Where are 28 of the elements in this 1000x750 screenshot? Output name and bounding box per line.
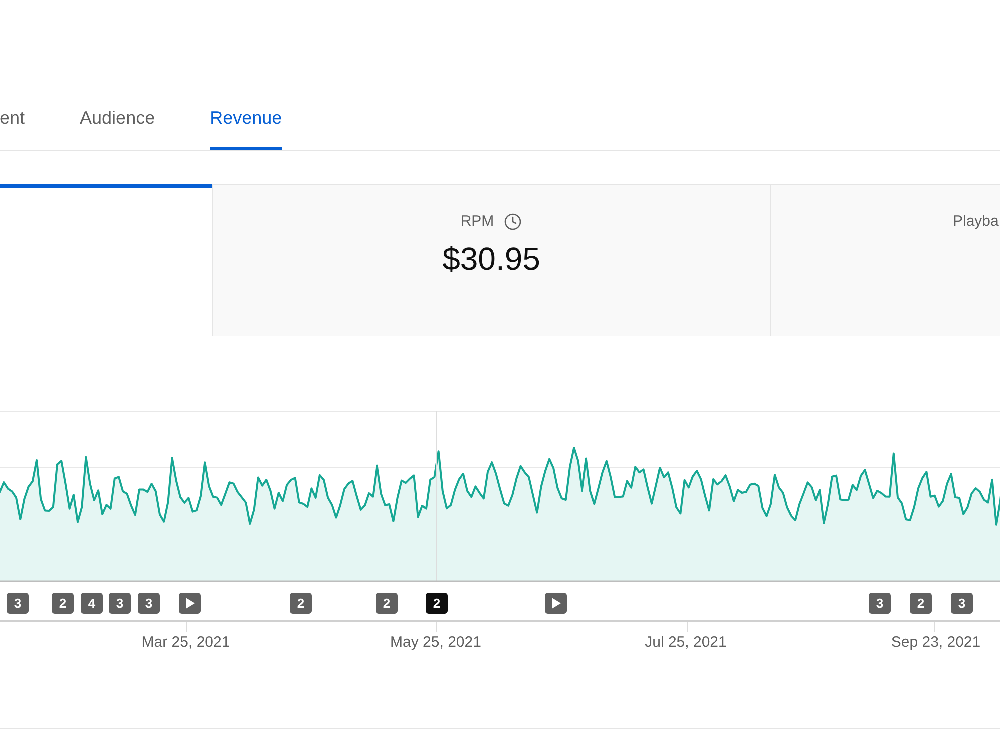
clock-icon[interactable] <box>504 213 522 231</box>
count-marker[interactable]: 3 <box>109 593 131 614</box>
count-marker[interactable]: 3 <box>869 593 891 614</box>
metric-card[interactable]: RPM $30.95 <box>212 184 770 336</box>
count-marker[interactable]: 2 <box>376 593 398 614</box>
metric-card[interactable]: Playba <box>770 184 1000 336</box>
date-axis-label: Jul 25, 2021 <box>645 634 727 652</box>
date-axis-label: Sep 23, 2021 <box>891 634 981 652</box>
section-tab[interactable]: Revenue <box>210 96 282 150</box>
video-marker[interactable] <box>545 593 567 614</box>
count-marker[interactable]: 3 <box>138 593 160 614</box>
count-marker[interactable]: 3 <box>951 593 973 614</box>
count-marker[interactable]: 2 <box>426 593 448 614</box>
metric-label: Playba <box>953 213 999 231</box>
count-marker[interactable]: 3 <box>7 593 29 614</box>
count-marker[interactable]: 4 <box>81 593 103 614</box>
play-icon <box>552 598 560 609</box>
count-marker[interactable]: 2 <box>910 593 932 614</box>
section-tab[interactable]: ent <box>0 96 26 150</box>
metric-label: RPM <box>460 213 494 231</box>
date-axis-label: May 25, 2021 <box>390 634 482 652</box>
count-marker[interactable]: 2 <box>52 593 74 614</box>
count-marker[interactable]: 2 <box>290 593 312 614</box>
metric-value: $30.95 <box>442 240 540 278</box>
date-axis-label: Mar 25, 2021 <box>142 634 230 652</box>
video-marker[interactable] <box>179 593 201 614</box>
play-icon <box>186 598 194 609</box>
section-tab[interactable]: Audience <box>80 96 156 150</box>
